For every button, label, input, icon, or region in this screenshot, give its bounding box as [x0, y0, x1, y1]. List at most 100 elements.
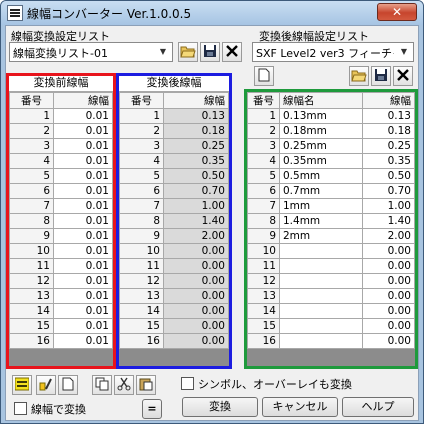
before-row[interactable]: 12 0.01 [9, 273, 113, 289]
list-row[interactable]: 3 0.25mm 0.25 [247, 138, 415, 154]
before-row[interactable]: 3 0.01 [9, 138, 113, 154]
list-row-width[interactable]: 0.00 [362, 288, 415, 304]
list-row-width[interactable]: 1.40 [362, 213, 415, 229]
after-row[interactable]: 3 0.25 [119, 138, 229, 154]
after-row[interactable]: 16 0.00 [119, 333, 229, 349]
list-row[interactable]: 6 0.7mm 0.70 [247, 183, 415, 199]
list-row[interactable]: 11 0.00 [247, 258, 415, 274]
list-row-width[interactable]: 0.70 [362, 183, 415, 199]
before-row[interactable]: 2 0.01 [9, 123, 113, 139]
after-row[interactable]: 14 0.00 [119, 303, 229, 319]
delete-button[interactable] [222, 42, 242, 62]
after-row-width[interactable]: 0.25 [163, 138, 229, 154]
before-row[interactable]: 14 0.01 [9, 303, 113, 319]
after-row[interactable]: 11 0.00 [119, 258, 229, 274]
list-row-name[interactable]: 2mm [279, 228, 363, 244]
symbol-overlay-checkbox[interactable] [181, 377, 194, 390]
list-row[interactable]: 16 0.00 [247, 333, 415, 349]
list-row[interactable]: 7 1mm 1.00 [247, 198, 415, 214]
list-row[interactable]: 4 0.35mm 0.35 [247, 153, 415, 169]
list-row-name[interactable] [279, 258, 363, 274]
list-row-name[interactable] [279, 333, 363, 349]
cut-button[interactable] [114, 375, 134, 395]
open-folder-button[interactable] [178, 42, 198, 62]
list-row-width[interactable]: 0.00 [362, 273, 415, 289]
list-row-width[interactable]: 0.00 [362, 258, 415, 274]
before-row-width[interactable]: 0.01 [53, 243, 113, 259]
save-button[interactable] [200, 42, 220, 62]
list-row-width[interactable]: 0.00 [362, 243, 415, 259]
open-list-button[interactable] [349, 66, 369, 86]
after-row-width[interactable]: 0.00 [163, 333, 229, 349]
after-row[interactable]: 13 0.00 [119, 288, 229, 304]
list-row-width[interactable]: 1.00 [362, 198, 415, 214]
before-row-width[interactable]: 0.01 [53, 198, 113, 214]
list-row[interactable]: 8 1.4mm 1.40 [247, 213, 415, 229]
after-row[interactable]: 6 0.70 [119, 183, 229, 199]
target-list-select[interactable]: SXF Level2 ver3 フィーチャ ▼ [252, 42, 414, 62]
after-row-width[interactable]: 0.70 [163, 183, 229, 199]
convert-by-width-checkbox[interactable] [14, 402, 27, 415]
after-row[interactable]: 12 0.00 [119, 273, 229, 289]
after-row[interactable]: 8 1.40 [119, 213, 229, 229]
after-row[interactable]: 10 0.00 [119, 243, 229, 259]
after-row-width[interactable]: 1.00 [163, 198, 229, 214]
list-row[interactable]: 9 2mm 2.00 [247, 228, 415, 244]
list-row-name[interactable]: 0.13mm [279, 108, 363, 124]
list-row-name[interactable]: 0.25mm [279, 138, 363, 154]
list-row-width[interactable]: 2.00 [362, 228, 415, 244]
before-row-width[interactable]: 0.01 [53, 288, 113, 304]
list-row[interactable]: 10 0.00 [247, 243, 415, 259]
before-row[interactable]: 13 0.01 [9, 288, 113, 304]
list-row-name[interactable]: 1mm [279, 198, 363, 214]
before-row[interactable]: 10 0.01 [9, 243, 113, 259]
after-row[interactable]: 1 0.13 [119, 108, 229, 124]
list-row-name[interactable] [279, 273, 363, 289]
after-row[interactable]: 7 1.00 [119, 198, 229, 214]
before-row-width[interactable]: 0.01 [53, 258, 113, 274]
cancel-button[interactable]: キャンセル [262, 397, 338, 417]
list-row-width[interactable]: 0.00 [362, 318, 415, 334]
list-row-name[interactable]: 0.7mm [279, 183, 363, 199]
after-row-width[interactable]: 0.13 [163, 108, 229, 124]
before-row-width[interactable]: 0.01 [53, 213, 113, 229]
before-row[interactable]: 11 0.01 [9, 258, 113, 274]
list-row[interactable]: 1 0.13mm 0.13 [247, 108, 415, 124]
after-row-width[interactable]: 0.18 [163, 123, 229, 139]
before-row-width[interactable]: 0.01 [53, 153, 113, 169]
list-row-name[interactable] [279, 288, 363, 304]
list-row-width[interactable]: 0.00 [362, 303, 415, 319]
list-row-width[interactable]: 0.35 [362, 153, 415, 169]
edit-pen-button[interactable] [36, 375, 56, 395]
before-row-width[interactable]: 0.01 [53, 228, 113, 244]
list-row-name[interactable]: 1.4mm [279, 213, 363, 229]
after-row-width[interactable]: 0.00 [163, 288, 229, 304]
before-row-width[interactable]: 0.01 [53, 303, 113, 319]
after-row-width[interactable]: 2.00 [163, 228, 229, 244]
help-button[interactable]: ヘルプ [342, 397, 414, 417]
before-row[interactable]: 15 0.01 [9, 318, 113, 334]
after-row[interactable]: 9 2.00 [119, 228, 229, 244]
new-list-button[interactable] [254, 66, 274, 86]
after-row[interactable]: 4 0.35 [119, 153, 229, 169]
after-row-width[interactable]: 0.00 [163, 273, 229, 289]
new-item-button[interactable] [58, 375, 78, 395]
before-row-width[interactable]: 0.01 [53, 108, 113, 124]
before-row-width[interactable]: 0.01 [53, 273, 113, 289]
delete-list-button[interactable] [393, 66, 413, 86]
before-row[interactable]: 8 0.01 [9, 213, 113, 229]
after-row-width[interactable]: 1.40 [163, 213, 229, 229]
before-row-width[interactable]: 0.01 [53, 138, 113, 154]
after-row-width[interactable]: 0.00 [163, 258, 229, 274]
after-row-width[interactable]: 0.35 [163, 153, 229, 169]
list-row-name[interactable] [279, 303, 363, 319]
title-bar[interactable]: 線幅コンバーター Ver.1.0.0.5 ✕ [1, 1, 423, 25]
before-row-width[interactable]: 0.01 [53, 123, 113, 139]
list-row-width[interactable]: 0.00 [362, 333, 415, 349]
list-row[interactable]: 2 0.18mm 0.18 [247, 123, 415, 139]
close-button[interactable]: ✕ [377, 3, 417, 21]
save-list-button[interactable] [371, 66, 391, 86]
after-row-width[interactable]: 0.00 [163, 318, 229, 334]
after-row[interactable]: 15 0.00 [119, 318, 229, 334]
before-row-width[interactable]: 0.01 [53, 183, 113, 199]
